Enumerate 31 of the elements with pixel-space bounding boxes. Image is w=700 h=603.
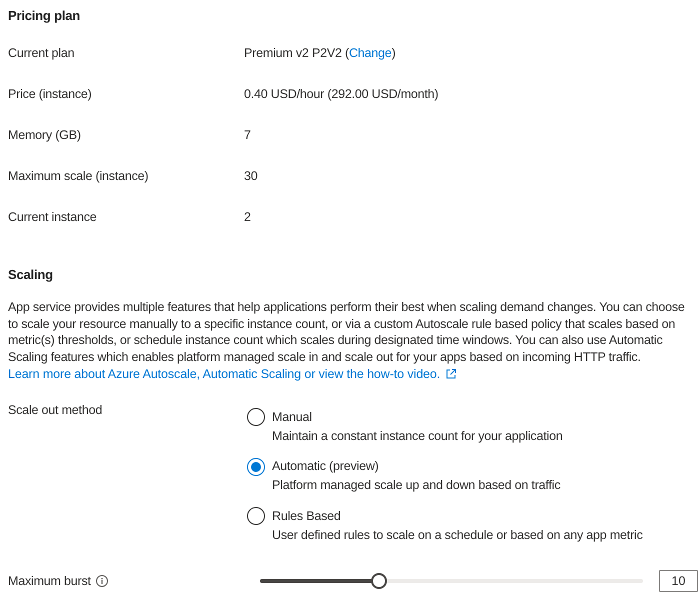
field-label: Price (instance) xyxy=(8,86,92,102)
option-description: Maintain a constant instance count for your application xyxy=(272,428,563,445)
field-value: 7 xyxy=(244,126,251,144)
field-label: Scale out method xyxy=(8,402,102,419)
option-label[interactable]: Rules Based xyxy=(272,506,341,526)
learn-more-link[interactable]: Learn more about Azure Autoscale, Automatic Scaling or view the how-to video. xyxy=(8,366,456,383)
change-link[interactable]: Change xyxy=(348,46,392,60)
radio-button[interactable] xyxy=(247,408,265,426)
field-label: Memory (GB) xyxy=(8,126,81,144)
number-input[interactable]: 10 xyxy=(659,570,698,592)
field-value: 30 xyxy=(244,168,258,184)
section-title: Scaling xyxy=(8,266,53,284)
info-icon[interactable] xyxy=(96,574,108,587)
field-label: Maximum scale (instance) xyxy=(8,168,148,184)
field-label: Current plan xyxy=(8,44,74,62)
description-text: App service provides multiple features that help applications perform their best when scaling demand changes. You can choose to scale your resource manually to a specific instance count, or via a custom Autoscale rule based policy that scales based on metric(s) thresholds, or schedule instance count which scales during designated time windows. You can also use Automatic Scaling features which enables platform managed scale in and scale out for your apps based on incoming HTTP traffic. xyxy=(8,299,686,366)
slider-track[interactable] xyxy=(260,572,643,589)
option-description: Platform managed scale up and down based on traffic xyxy=(272,477,560,494)
field-value: 0.40 USD/hour (292.00 USD/month) xyxy=(244,86,438,102)
field-value: Premium v2 P2V2 (Change) xyxy=(244,44,396,62)
option-description: User defined rules to scale on a schedule or based on any app metric xyxy=(272,526,643,544)
field-value: 2 xyxy=(244,208,251,226)
field-label: Maximum burst xyxy=(8,572,91,590)
option-label[interactable]: Manual xyxy=(272,408,312,427)
option-label[interactable]: Automatic (preview) xyxy=(272,457,379,476)
radio-button[interactable] xyxy=(247,458,265,476)
field-label: Current instance xyxy=(8,208,97,226)
section-title: Pricing plan xyxy=(8,7,80,25)
external-link-icon xyxy=(446,369,456,380)
slider-thumb[interactable] xyxy=(370,572,387,589)
radio-button[interactable] xyxy=(247,507,265,526)
